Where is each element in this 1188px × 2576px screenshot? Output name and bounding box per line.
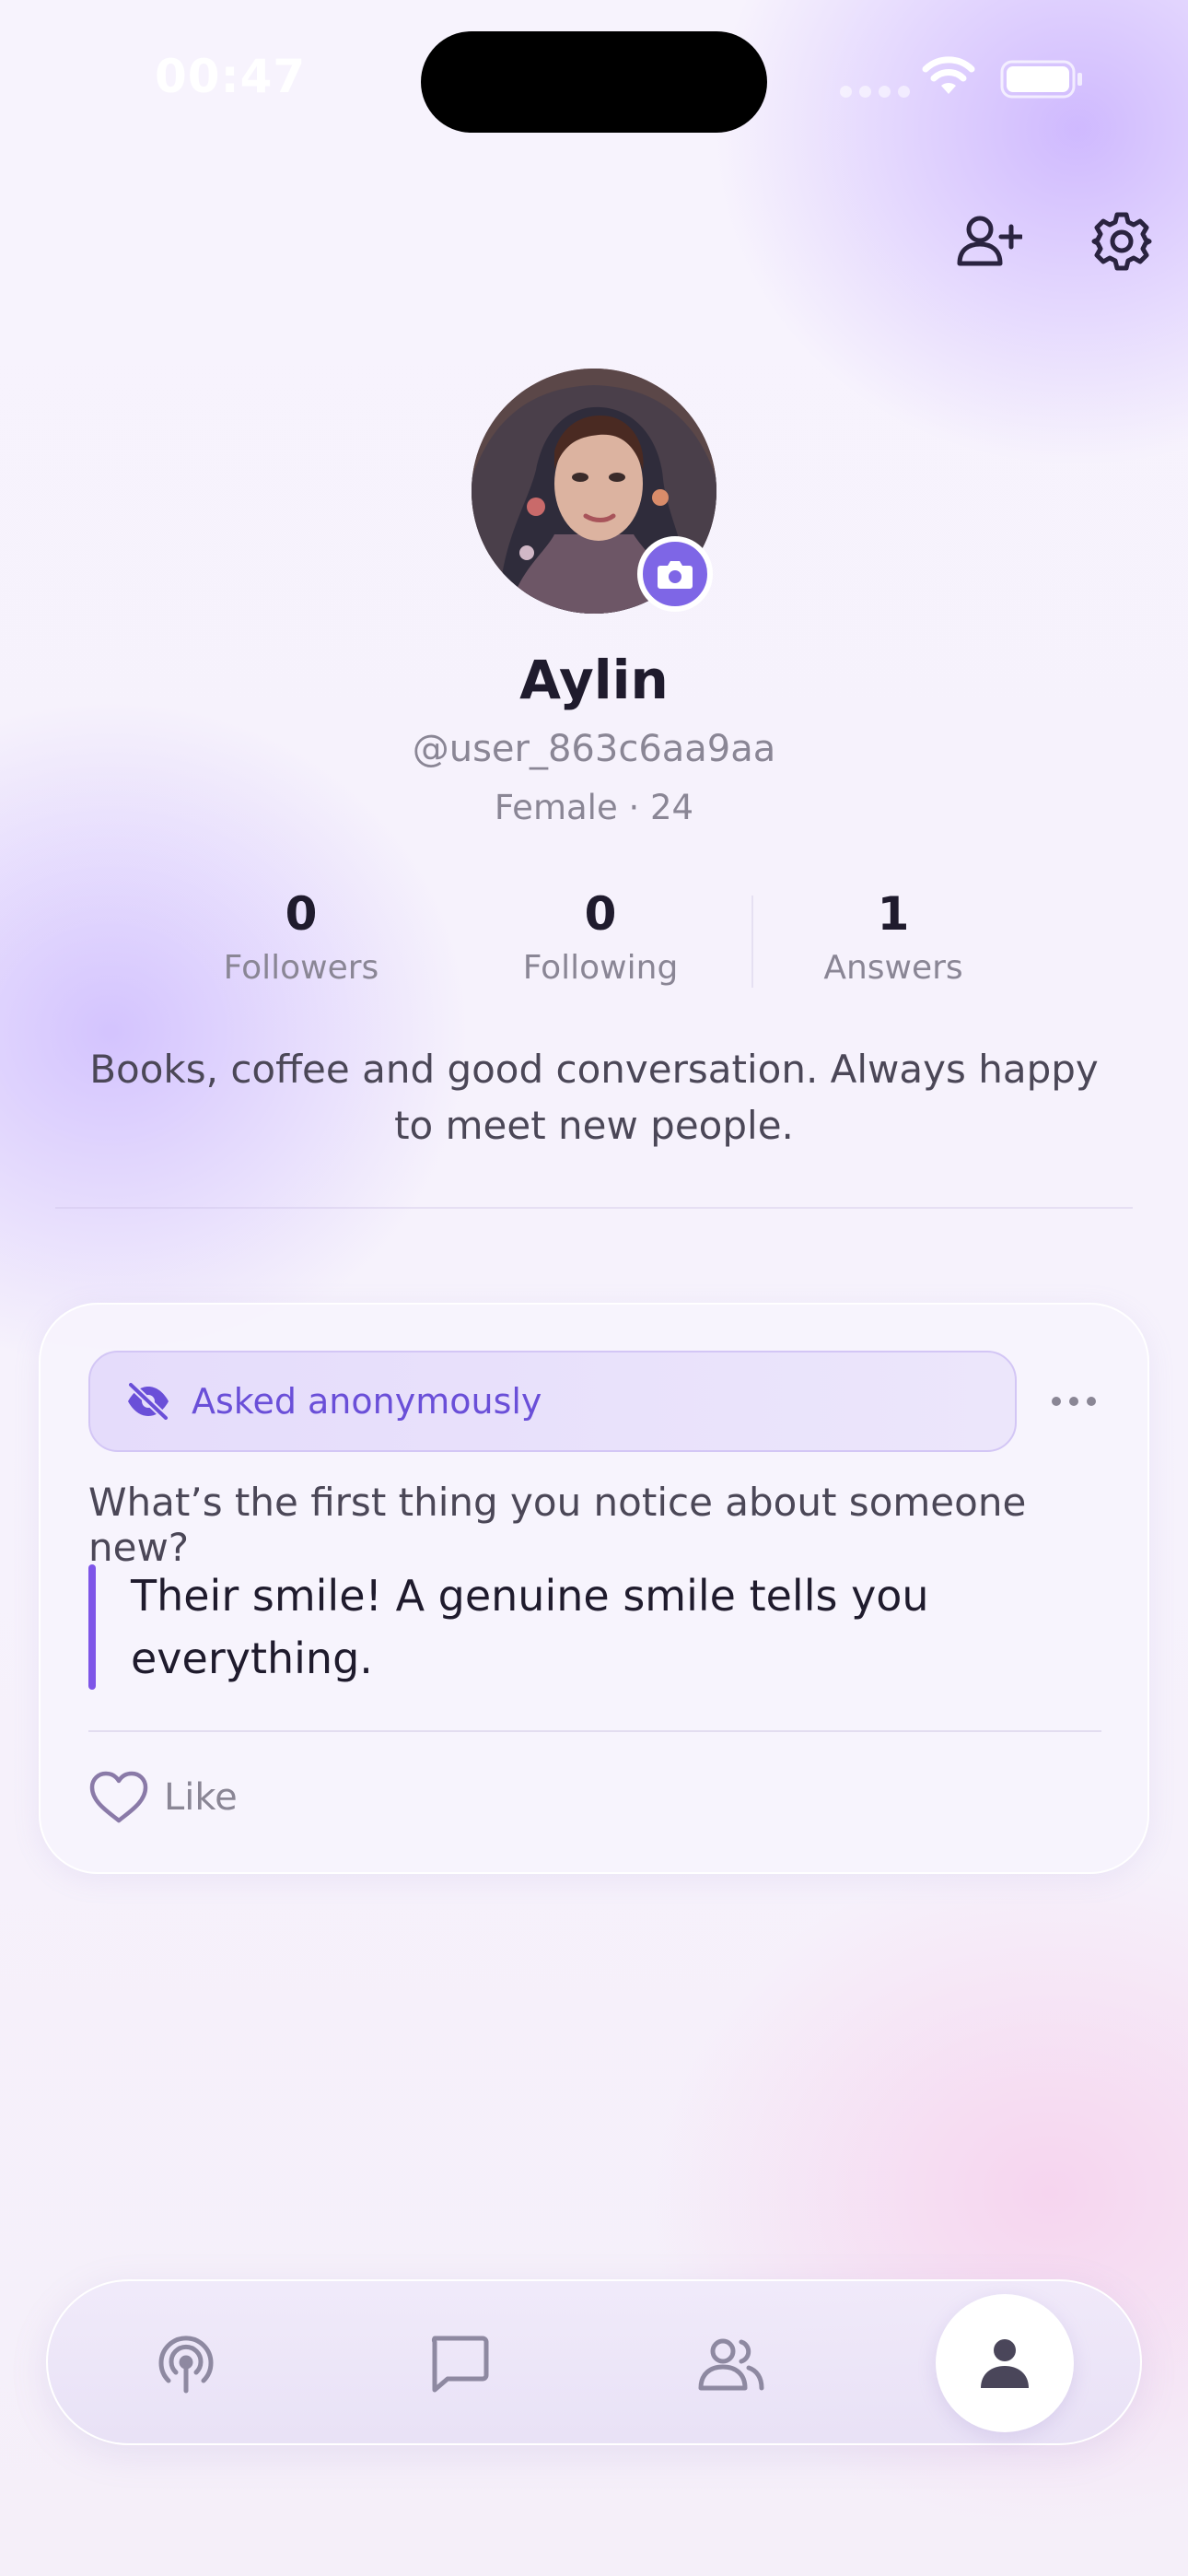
nav-chat-button[interactable] xyxy=(413,2318,505,2410)
stat-following[interactable]: 0 Following xyxy=(462,886,739,987)
profile-meta: Female · 24 xyxy=(494,788,694,827)
like-label: Like xyxy=(164,1776,238,1819)
section-divider xyxy=(55,1207,1133,1209)
heart-icon xyxy=(89,1771,148,1823)
broadcast-icon xyxy=(158,2336,214,2394)
settings-button[interactable] xyxy=(1085,205,1159,278)
change-photo-button[interactable] xyxy=(637,536,713,612)
gear-icon xyxy=(1091,212,1152,271)
stat-value: 1 xyxy=(877,887,910,941)
answer-card: Asked anonymously What’s the first thing… xyxy=(39,1303,1149,1874)
nav-feed-button[interactable] xyxy=(140,2318,232,2410)
profile-name: Aylin xyxy=(519,649,669,711)
nav-profile-button[interactable] xyxy=(936,2294,1074,2432)
stat-followers[interactable]: 0 Followers xyxy=(163,886,439,987)
stat-label: Answers xyxy=(823,949,963,987)
people-icon xyxy=(698,2338,764,2391)
answer-accent-bar xyxy=(88,1564,96,1690)
stat-divider xyxy=(751,896,753,988)
profile-bio: Books, coffee and good conversation. Alw… xyxy=(89,1047,1099,1148)
card-divider xyxy=(88,1730,1101,1732)
camera-icon xyxy=(658,561,693,589)
like-button[interactable]: Like xyxy=(88,1765,238,1830)
wifi-icon xyxy=(919,53,978,101)
eye-off-icon xyxy=(125,1378,171,1424)
profile-icon xyxy=(981,2339,1029,2388)
anonymous-label: Asked anonymously xyxy=(192,1381,542,1422)
more-options-button[interactable] xyxy=(1035,1369,1112,1434)
person-add-icon xyxy=(957,216,1022,266)
stat-answers[interactable]: 1 Answers xyxy=(755,886,1031,987)
cellular-signal-icon xyxy=(840,86,910,98)
question-text: What’s the first thing you notice about … xyxy=(88,1480,1027,1570)
nav-people-button[interactable] xyxy=(685,2318,777,2410)
answer-text: Their smile! A genuine smile tells you e… xyxy=(131,1571,929,1683)
anonymous-badge: Asked anonymously xyxy=(88,1351,1017,1452)
chat-icon xyxy=(431,2336,489,2393)
more-dot xyxy=(1069,1397,1078,1406)
stat-value: 0 xyxy=(285,887,318,941)
status-time: 00:47 xyxy=(155,50,307,103)
more-dot xyxy=(1052,1397,1061,1406)
stats-row: 0 Followers 0 Following 1 Answers xyxy=(0,886,1188,997)
add-friend-button[interactable] xyxy=(952,205,1026,278)
bottom-nav xyxy=(46,2279,1142,2445)
stat-label: Followers xyxy=(223,949,379,987)
stat-value: 0 xyxy=(584,887,617,941)
stat-label: Following xyxy=(522,949,679,987)
battery-icon xyxy=(1000,60,1085,102)
dynamic-island xyxy=(421,31,767,133)
profile-handle: @user_863c6aa9aa xyxy=(412,728,776,770)
more-dot xyxy=(1087,1397,1096,1406)
